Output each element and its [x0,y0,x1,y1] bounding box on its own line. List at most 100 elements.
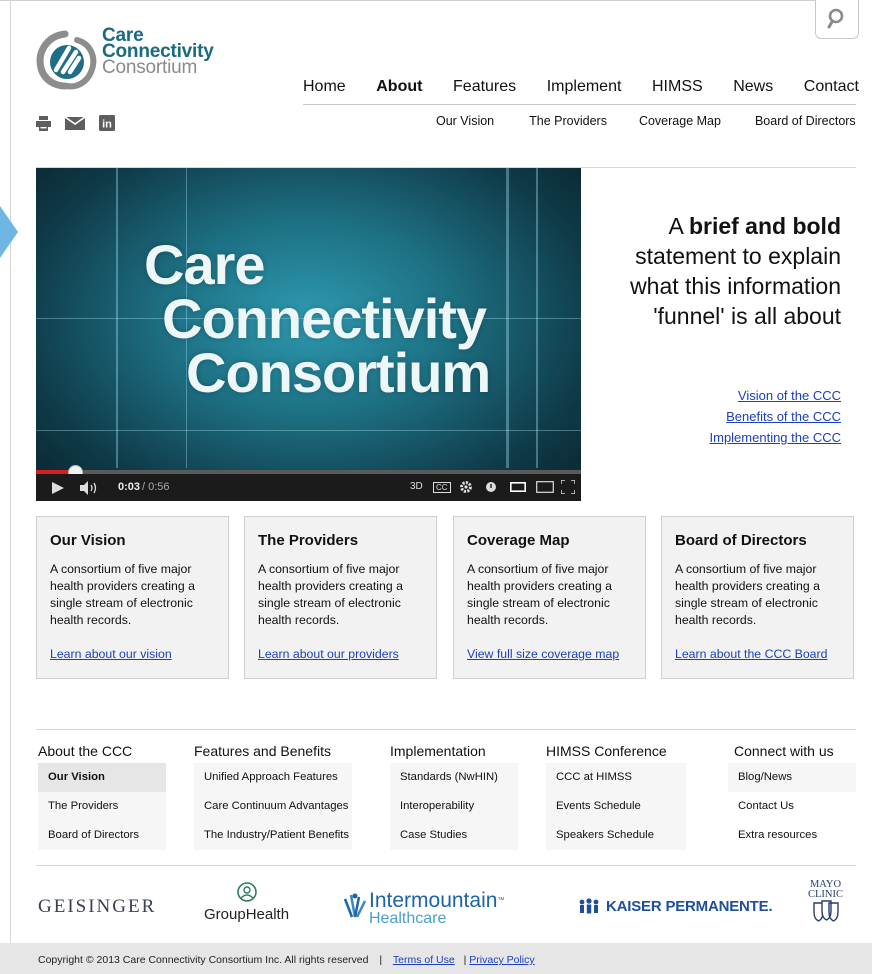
video-title-line-3: Consortium [186,341,491,404]
partners-divider [36,865,856,866]
subnav-our-vision[interactable]: Our Vision [436,114,494,128]
nav-features[interactable]: Features [453,78,516,100]
footer-link[interactable]: Interoperability [390,792,518,821]
partner-logo-mayo[interactable]: MAYO CLINIC [808,879,843,927]
hero-link-vision[interactable]: Vision of the CCC [640,385,841,406]
video-3d-button[interactable]: 3D [410,481,423,492]
card-board-of-directors: Board of Directors A consortium of five … [661,516,854,679]
footer-heading: Implementation [390,743,486,759]
footer-link[interactable]: Standards (NwHIN) [390,763,518,792]
subnav-coverage-map[interactable]: Coverage Map [639,114,721,128]
large-player-icon[interactable] [536,481,554,493]
footer-link[interactable]: Blog/News [728,763,856,792]
sub-nav: Our Vision The Providers Coverage Map Bo… [436,114,856,128]
video-light-line [36,430,581,431]
hero-text-rest: statement to explain what this informati… [630,243,841,329]
partner-logo-grouphealth[interactable]: GroupHealth [204,882,289,923]
video-controls: 0:03 / 0:56 3D CC [36,474,581,501]
page-top-border [0,0,832,1]
nav-implement[interactable]: Implement [547,78,622,100]
logo-wordmark[interactable]: Care Connectivity Consortium [102,26,214,78]
intermountain-emblem-icon [343,893,367,918]
hero-links: Vision of the CCC Benefits of the CCC Im… [640,385,842,448]
card-title: Board of Directors [675,532,807,549]
search-button[interactable] [815,0,859,39]
card-body: A consortium of five major health provid… [467,562,612,627]
linkedin-icon[interactable]: in [99,115,115,131]
grouphealth-emblem-icon [236,882,257,902]
footer-link[interactable]: CCC at HIMSS [546,763,686,792]
partner-logo-geisinger[interactable]: GEISINGER [38,896,156,918]
play-icon[interactable] [52,482,64,494]
intermountain-wordmark: Intermountain™ [369,889,505,912]
card-link[interactable]: Learn about our vision [50,647,172,661]
small-player-icon[interactable] [510,482,526,492]
hero-link-implementing[interactable]: Implementing the CCC [640,427,842,448]
partner-logo-kaiser[interactable]: KAISER PERMANENTE. [578,898,773,915]
card-coverage-map: Coverage Map A consortium of five major … [453,516,646,679]
settings-gear-icon[interactable] [459,480,473,494]
main-nav: Home About Features Implement HIMSS News… [303,78,859,100]
fullscreen-icon[interactable] [561,480,575,494]
logo-mark-icon [36,30,97,90]
annotations-icon[interactable] [486,482,496,492]
captions-button[interactable]: CC [433,482,451,493]
subnav-board-of-directors[interactable]: Board of Directors [755,114,856,128]
partner-logo-intermountain[interactable]: Intermountain™ Healthcare [343,889,505,927]
privacy-policy-link[interactable]: Privacy Policy [469,954,534,966]
video-duration: / 0:56 [142,481,170,493]
terms-of-use-link[interactable]: Terms of Use [393,954,455,966]
volume-icon[interactable] [80,481,98,495]
footer-link[interactable]: Unified Approach Features [194,763,352,792]
video-player[interactable]: Care Connectivity Consortium 0:03 / 0:56… [36,168,581,501]
footer-link[interactable]: Our Vision [38,763,166,792]
footer-link[interactable]: The Providers [38,792,166,821]
share-tools: in [36,114,115,132]
footer-link[interactable]: Board of Directors [38,821,166,850]
card-title: The Providers [258,532,359,549]
mayo-wordmark-line-2: CLINIC [808,889,843,900]
print-icon[interactable] [36,115,51,131]
card-body: A consortium of five major health provid… [675,562,820,627]
card-title: Our Vision [50,532,126,549]
logo-line-consortium: Consortium [102,57,198,78]
footer-link[interactable]: Care Continuum Advantages [194,792,352,821]
footer-link[interactable]: Contact Us [728,792,856,821]
footer-link[interactable]: The Industry/Patient Benefits [194,821,352,850]
linkedin-glyph: in [102,119,112,131]
copyright-text: Copyright © 2013 Care Connectivity Conso… [38,954,369,966]
kaiser-dot: . [768,898,773,915]
mail-icon[interactable] [65,116,85,130]
kaiser-wordmark: KAISER PERMANENTE [606,898,769,915]
card-body: A consortium of five major health provid… [258,562,403,627]
footer-heading: About the CCC [38,743,133,759]
subnav-the-providers[interactable]: The Providers [529,114,607,128]
nav-news[interactable]: News [733,78,773,100]
footer-link[interactable]: Events Schedule [546,792,686,821]
footer-col-about: About the CCC Our Vision The Providers B… [38,743,166,850]
footer-link[interactable]: Extra resources [728,821,856,850]
video-title-line-1: Care [144,233,266,296]
footer-heading: Connect with us [734,743,834,759]
nav-home[interactable]: Home [303,78,346,100]
card-link[interactable]: View full size coverage map [467,647,619,661]
footer-link[interactable]: Speakers Schedule [546,821,686,850]
footer-link[interactable]: Case Studies [390,821,518,850]
card-link[interactable]: Learn about our providers [258,647,399,661]
nav-about[interactable]: About [376,78,422,100]
video-title: Care Connectivity Consortium [144,233,491,404]
video-current-time: 0:03 [118,481,141,493]
copyright-row: Copyright © 2013 Care Connectivity Conso… [38,954,535,966]
card-our-vision: Our Vision A consortium of five major he… [36,516,229,679]
intermountain-subtitle: Healthcare [369,910,447,927]
hero-link-benefits[interactable]: Benefits of the CCC [640,406,841,427]
card-link[interactable]: Learn about the CCC Board [675,647,827,661]
footer-heading: Features and Benefits [194,743,331,759]
page-left-border [10,0,11,974]
nav-himss[interactable]: HIMSS [652,78,703,100]
nav-contact[interactable]: Contact [804,78,859,100]
footer-col-connect: Connect with us Blog/News Contact Us Ext… [728,743,856,850]
nav-divider [303,104,856,105]
footer-col-himss: HIMSS Conference CCC at HIMSS Events Sch… [546,743,686,850]
card-title: Coverage Map [467,532,570,549]
